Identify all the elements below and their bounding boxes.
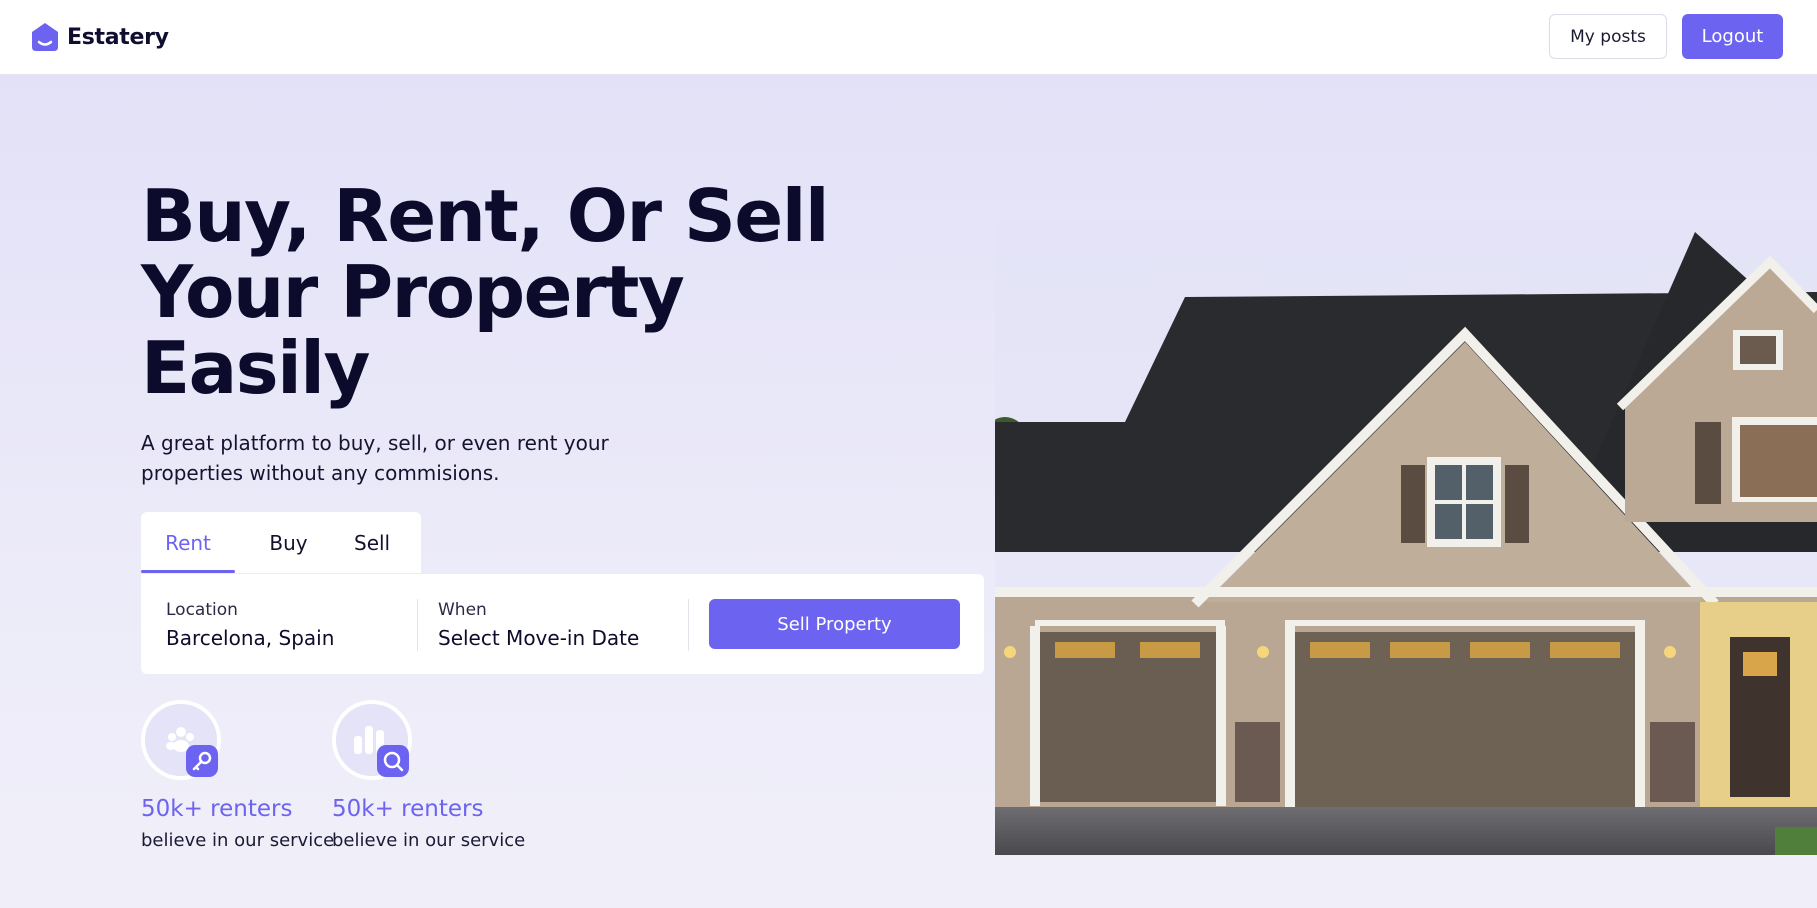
stat-renters: 50k+ renters believe in our service <box>141 700 334 851</box>
hero-subline: A great platform to buy, sell, or even r… <box>141 431 609 485</box>
location-value[interactable]: Barcelona, Spain <box>166 626 334 650</box>
house-logo-icon <box>32 23 58 51</box>
tab-buy[interactable]: Buy <box>235 512 342 573</box>
field-divider <box>417 599 418 651</box>
move-in-date-value[interactable]: Select Move-in Date <box>438 626 639 650</box>
search-icon <box>383 751 404 772</box>
tab-sell[interactable]: Sell <box>342 512 421 573</box>
stat-renters: 50k+ renters believe in our service <box>332 700 525 851</box>
when-label: When <box>438 600 487 620</box>
logout-button[interactable]: Logout <box>1682 14 1783 59</box>
listing-type-tabs: Rent Buy Sell <box>141 512 421 573</box>
my-posts-button[interactable]: My posts <box>1549 14 1667 59</box>
brand[interactable]: Estatery <box>31 22 169 52</box>
stat-label: believe in our service <box>141 830 335 851</box>
key-icon <box>192 751 212 771</box>
sell-property-button[interactable]: Sell Property <box>709 599 960 649</box>
move-in-date-field[interactable]: When Select Move-in Date <box>438 600 639 650</box>
hero-headline: Buy, Rent, Or Sell Your Property Easily <box>141 174 830 410</box>
location-field[interactable]: Location Barcelona, Spain <box>166 600 334 650</box>
location-label: Location <box>166 600 238 620</box>
search-bar: Location Barcelona, Spain When Select Mo… <box>141 574 984 674</box>
stat-badge <box>332 700 412 780</box>
house-photo <box>995 222 1817 855</box>
top-navbar: Estatery My posts Logout <box>0 0 1817 75</box>
brand-name: Estatery <box>67 24 169 50</box>
stat-label: believe in our service <box>332 830 526 851</box>
field-divider <box>688 599 689 651</box>
stat-value: 50k+ renters <box>332 796 484 822</box>
stat-badge <box>141 700 221 780</box>
stat-value: 50k+ renters <box>141 796 293 822</box>
tab-rent[interactable]: Rent <box>141 512 235 573</box>
